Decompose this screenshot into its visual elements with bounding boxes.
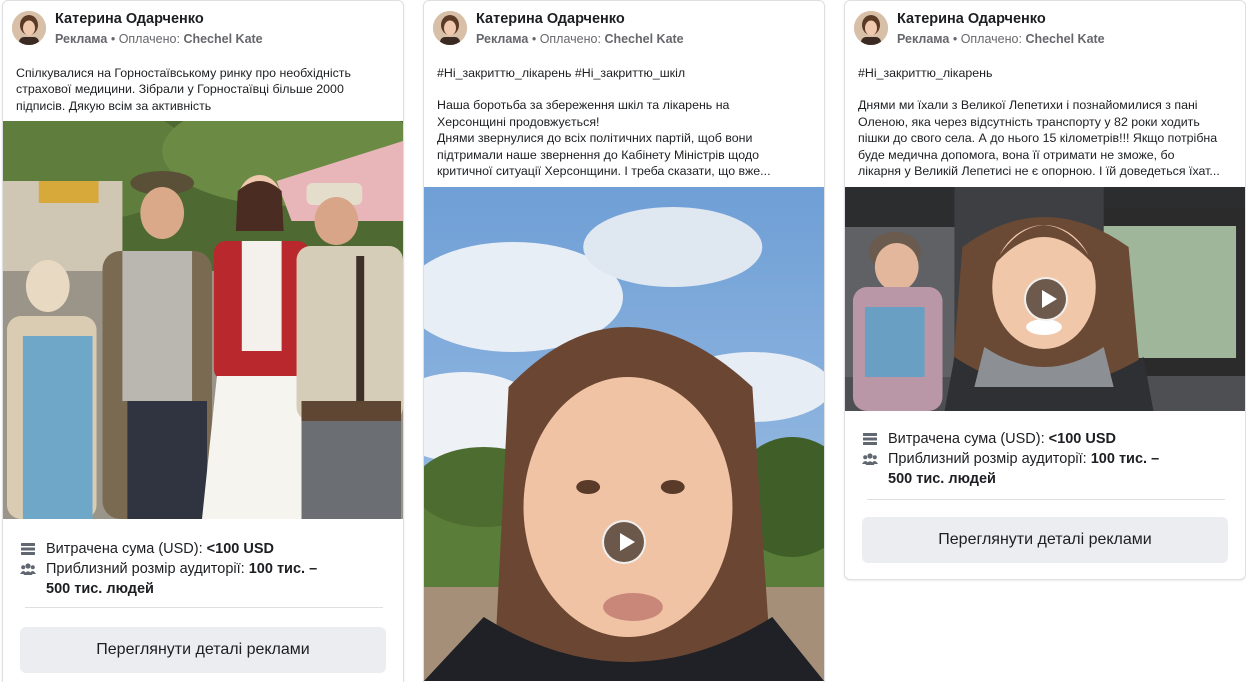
view-ad-details-button[interactable]: Переглянути деталі реклами: [20, 627, 386, 673]
spent-label: Витрачена сума (USD):: [888, 431, 1045, 447]
audience-label: Приблизний розмір аудиторії:: [46, 561, 245, 577]
play-icon[interactable]: [1024, 277, 1068, 321]
money-stack-icon: [21, 543, 35, 555]
hashtags: #Ні_закриттю_лікарень #Ні_закриттю_шкіл: [437, 66, 686, 80]
ad-video[interactable]: [845, 187, 1245, 411]
money-stack-icon: [863, 433, 877, 445]
paid-by-label: Оплачено:: [118, 32, 180, 46]
sponsored-line: Реклама • Оплачено: Chechel Kate: [55, 32, 263, 46]
sponsored-label: Реклама: [476, 32, 529, 46]
ad-body-text: Спілкувалися на Горностаївському ринку п…: [16, 65, 394, 114]
people-icon: [862, 453, 878, 465]
sponsored-line: Реклама • Оплачено: Chechel Kate: [476, 32, 684, 46]
audience-value-cont: 500 тис. людей: [888, 471, 996, 487]
body-line: пішки до свого села. А до нього 15 кілом…: [858, 131, 1218, 146]
audience-label: Приблизний розмір аудиторії:: [888, 451, 1087, 467]
paid-by-label: Оплачено:: [960, 32, 1022, 46]
separator: •: [531, 32, 537, 46]
page-name[interactable]: Катерина Одарченко: [476, 11, 625, 27]
paid-by-name: Chechel Kate: [604, 32, 684, 46]
body-line: Спілкувалися на Горностаївському ринку п…: [16, 66, 351, 80]
sponsored-label: Реклама: [897, 32, 950, 46]
sponsored-label: Реклама: [55, 32, 108, 46]
ad-video[interactable]: [424, 187, 824, 681]
body-line: підписів. Дякую всім за активність: [16, 98, 212, 113]
avatar[interactable]: [433, 11, 467, 45]
paid-by-label: Оплачено:: [539, 32, 601, 46]
body-line: Оленою, яка через відсутність транспорту…: [858, 114, 1200, 129]
body-line: Херсонщині продовжується!: [437, 114, 600, 129]
spent-value: <100 USD: [206, 541, 274, 557]
body-line: критичної ситуації Херсонщини. І треба с…: [437, 164, 771, 179]
audience-value-cont: 500 тис. людей: [46, 581, 154, 597]
ad-body-text: #Ні_закриттю_лікарень #Ні_закриттю_шкіл …: [437, 65, 815, 179]
body-line: лікарня у Великій Лепетисі не є опорною.…: [858, 164, 1220, 179]
divider: [25, 607, 383, 608]
ad-card-1: Катерина Одарченко Реклама • Оплачено: C…: [2, 0, 404, 682]
ad-header: Катерина Одарченко Реклама • Оплачено: C…: [845, 1, 1245, 57]
spent-value: <100 USD: [1048, 431, 1116, 447]
body-line: Наша боротьба за збереження шкіл та ліка…: [437, 98, 730, 113]
body-line: страхової медицини. Зібрали у Горностаїв…: [16, 82, 344, 97]
ad-card-3: Катерина Одарченко Реклама • Оплачено: C…: [844, 0, 1246, 580]
audience-value: 100 тис. –: [248, 561, 318, 577]
separator: •: [952, 32, 958, 46]
audience-value: 100 тис. –: [1090, 451, 1160, 467]
paid-by-name: Chechel Kate: [183, 32, 263, 46]
spent-label: Витрачена сума (USD):: [46, 541, 203, 557]
people-icon: [20, 563, 36, 575]
hashtags: #Ні_закриттю_лікарень: [858, 66, 993, 80]
view-ad-details-button[interactable]: Переглянути деталі реклами: [862, 517, 1228, 563]
sponsored-line: Реклама • Оплачено: Chechel Kate: [897, 32, 1105, 46]
divider: [867, 499, 1225, 500]
ad-header: Катерина Одарченко Реклама • Оплачено: C…: [3, 1, 403, 57]
paid-by-name: Chechel Kate: [1025, 32, 1105, 46]
avatar[interactable]: [12, 11, 46, 45]
ad-body-text: #Ні_закриттю_лікарень Днями ми їхали з В…: [858, 65, 1236, 179]
page-name[interactable]: Катерина Одарченко: [897, 11, 1046, 27]
body-line: підтримали наше звернення до Кабінету Мі…: [437, 147, 759, 162]
body-line: Днями ми їхали з Великої Лепетихи і позн…: [858, 98, 1198, 113]
ad-card-2: Катерина Одарченко Реклама • Оплачено: C…: [423, 0, 825, 682]
page-name[interactable]: Катерина Одарченко: [55, 11, 204, 27]
body-line: Днями звернулися до всіх політичних парт…: [437, 131, 753, 146]
separator: •: [110, 32, 116, 46]
body-line: буде медична допомога, вона її отримати …: [858, 147, 1175, 162]
ad-photo[interactable]: [3, 121, 403, 519]
ad-header: Катерина Одарченко Реклама • Оплачено: C…: [424, 1, 824, 57]
play-icon[interactable]: [602, 520, 646, 564]
avatar[interactable]: [854, 11, 888, 45]
